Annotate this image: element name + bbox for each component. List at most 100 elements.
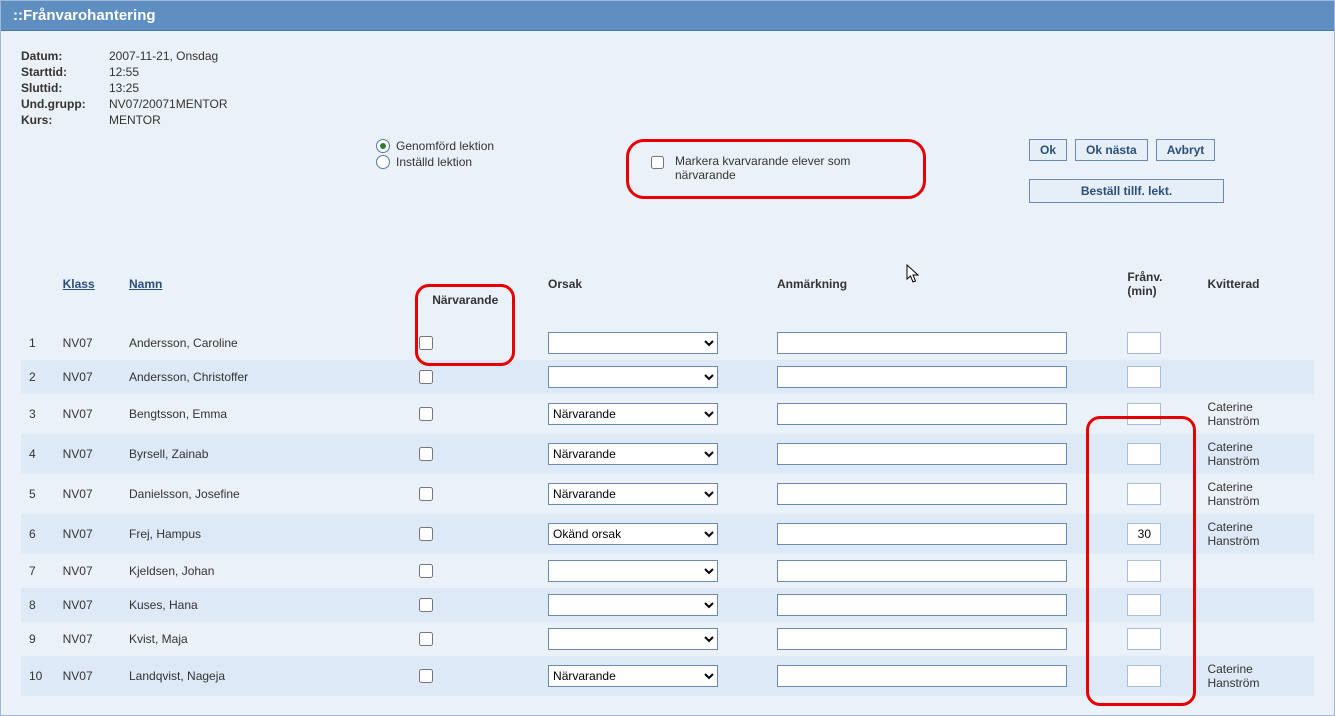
orsak-select[interactable]: NärvarandeOkänd orsak bbox=[548, 523, 718, 545]
th-namn-link[interactable]: Namn bbox=[129, 277, 162, 291]
cell-klass: NV07 bbox=[55, 360, 121, 394]
cell-namn: Kvist, Maja bbox=[121, 622, 407, 656]
cell-namn: Danielsson, Josefine bbox=[121, 474, 407, 514]
th-index bbox=[21, 241, 55, 326]
cell-namn: Kjeldsen, Johan bbox=[121, 554, 407, 588]
label-kurs: Kurs: bbox=[21, 113, 109, 127]
th-namn[interactable]: Namn bbox=[121, 241, 407, 326]
cell-anmarkning bbox=[769, 588, 1119, 622]
label-sluttid: Sluttid: bbox=[21, 81, 109, 95]
radio-icon bbox=[376, 139, 390, 153]
franv-input[interactable] bbox=[1127, 403, 1161, 425]
franv-input[interactable] bbox=[1127, 366, 1161, 388]
narvarande-checkbox[interactable] bbox=[419, 527, 433, 541]
cell-namn: Byrsell, Zainab bbox=[121, 434, 407, 474]
anmarkning-input[interactable] bbox=[777, 403, 1067, 425]
cell-klass: NV07 bbox=[55, 514, 121, 554]
radio-icon bbox=[376, 155, 390, 169]
cell-narvarande bbox=[407, 622, 540, 656]
orsak-select[interactable]: NärvarandeOkänd orsak bbox=[548, 594, 718, 616]
anmarkning-input[interactable] bbox=[777, 594, 1067, 616]
attendance-table: Klass Namn Närvarande Orsak Anmärkning F… bbox=[21, 241, 1314, 696]
cell-anmarkning bbox=[769, 360, 1119, 394]
cell-index: 4 bbox=[21, 434, 55, 474]
cell-anmarkning bbox=[769, 474, 1119, 514]
markera-checkbox[interactable] bbox=[651, 156, 664, 169]
franv-input[interactable] bbox=[1127, 594, 1161, 616]
content: Datum:2007-11-21, Onsdag Starttid:12:55 … bbox=[1, 31, 1334, 696]
cell-index: 3 bbox=[21, 394, 55, 434]
value-undgrupp: NV07/20071MENTOR bbox=[109, 97, 228, 111]
narvarande-checkbox[interactable] bbox=[419, 669, 433, 683]
cell-klass: NV07 bbox=[55, 588, 121, 622]
cell-kvitterad bbox=[1199, 588, 1314, 622]
anmarkning-input[interactable] bbox=[777, 332, 1067, 354]
cell-index: 6 bbox=[21, 514, 55, 554]
narvarande-checkbox[interactable] bbox=[419, 447, 433, 461]
anmarkning-input[interactable] bbox=[777, 366, 1067, 388]
cell-klass: NV07 bbox=[55, 326, 121, 360]
orsak-select[interactable]: NärvarandeOkänd orsak bbox=[548, 403, 718, 425]
cell-franv bbox=[1119, 394, 1199, 434]
cell-namn: Andersson, Christoffer bbox=[121, 360, 407, 394]
cell-kvitterad: Caterine Hanström bbox=[1199, 474, 1314, 514]
cell-anmarkning bbox=[769, 326, 1119, 360]
cell-orsak: NärvarandeOkänd orsak bbox=[540, 588, 769, 622]
cell-klass: NV07 bbox=[55, 394, 121, 434]
narvarande-checkbox[interactable] bbox=[419, 407, 433, 421]
page-title: ::Frånvarohantering bbox=[13, 7, 156, 24]
narvarande-checkbox[interactable] bbox=[419, 370, 433, 384]
th-klass-link[interactable]: Klass bbox=[63, 277, 95, 291]
franv-input[interactable] bbox=[1127, 443, 1161, 465]
cell-klass: NV07 bbox=[55, 656, 121, 696]
bestall-button[interactable]: Beställ tillf. lekt. bbox=[1029, 179, 1224, 203]
cell-orsak: NärvarandeOkänd orsak bbox=[540, 394, 769, 434]
narvarande-checkbox[interactable] bbox=[419, 487, 433, 501]
value-datum: 2007-11-21, Onsdag bbox=[109, 49, 218, 63]
cell-orsak: NärvarandeOkänd orsak bbox=[540, 360, 769, 394]
orsak-select[interactable]: NärvarandeOkänd orsak bbox=[548, 665, 718, 687]
narvarande-checkbox[interactable] bbox=[419, 598, 433, 612]
table-row: 9NV07Kvist, MajaNärvarandeOkänd orsak bbox=[21, 622, 1314, 656]
cell-kvitterad bbox=[1199, 326, 1314, 360]
anmarkning-input[interactable] bbox=[777, 443, 1067, 465]
orsak-select[interactable]: NärvarandeOkänd orsak bbox=[548, 443, 718, 465]
anmarkning-input[interactable] bbox=[777, 523, 1067, 545]
franv-input[interactable] bbox=[1127, 628, 1161, 650]
anmarkning-input[interactable] bbox=[777, 483, 1067, 505]
options-row: Genomförd lektion Inställd lektion Marke… bbox=[21, 139, 1314, 203]
franv-input[interactable] bbox=[1127, 560, 1161, 582]
label-starttid: Starttid: bbox=[21, 65, 109, 79]
orsak-select[interactable]: NärvarandeOkänd orsak bbox=[548, 628, 718, 650]
cancel-button[interactable]: Avbryt bbox=[1156, 139, 1216, 161]
page-title-bar: ::Frånvarohantering bbox=[1, 1, 1334, 31]
franv-input[interactable] bbox=[1127, 483, 1161, 505]
ok-button[interactable]: Ok bbox=[1029, 139, 1067, 161]
cell-namn: Bengtsson, Emma bbox=[121, 394, 407, 434]
radio-installd[interactable]: Inställd lektion bbox=[376, 155, 626, 169]
narvarande-checkbox[interactable] bbox=[419, 564, 433, 578]
cell-kvitterad bbox=[1199, 554, 1314, 588]
table-row: 6NV07Frej, HampusNärvarandeOkänd orsakCa… bbox=[21, 514, 1314, 554]
ok-next-button[interactable]: Ok nästa bbox=[1075, 139, 1148, 161]
narvarande-checkbox[interactable] bbox=[419, 632, 433, 646]
th-klass[interactable]: Klass bbox=[55, 241, 121, 326]
cell-index: 2 bbox=[21, 360, 55, 394]
anmarkning-input[interactable] bbox=[777, 560, 1067, 582]
orsak-select[interactable]: NärvarandeOkänd orsak bbox=[548, 560, 718, 582]
radio-genomford[interactable]: Genomförd lektion bbox=[376, 139, 626, 153]
cell-index: 10 bbox=[21, 656, 55, 696]
franv-input[interactable] bbox=[1127, 523, 1161, 545]
anmarkning-input[interactable] bbox=[777, 665, 1067, 687]
th-orsak: Orsak bbox=[540, 241, 769, 326]
orsak-select[interactable]: NärvarandeOkänd orsak bbox=[548, 332, 718, 354]
franv-input[interactable] bbox=[1127, 332, 1161, 354]
cell-kvitterad: Caterine Hanström bbox=[1199, 434, 1314, 474]
action-buttons: Ok Ok nästa Avbryt Beställ tillf. lekt. bbox=[1029, 139, 1224, 203]
markera-highlight: Markera kvarvarande elever som närvarand… bbox=[626, 139, 926, 199]
anmarkning-input[interactable] bbox=[777, 628, 1067, 650]
orsak-select[interactable]: NärvarandeOkänd orsak bbox=[548, 366, 718, 388]
cell-namn: Landqvist, Nageja bbox=[121, 656, 407, 696]
orsak-select[interactable]: NärvarandeOkänd orsak bbox=[548, 483, 718, 505]
franv-input[interactable] bbox=[1127, 665, 1161, 687]
